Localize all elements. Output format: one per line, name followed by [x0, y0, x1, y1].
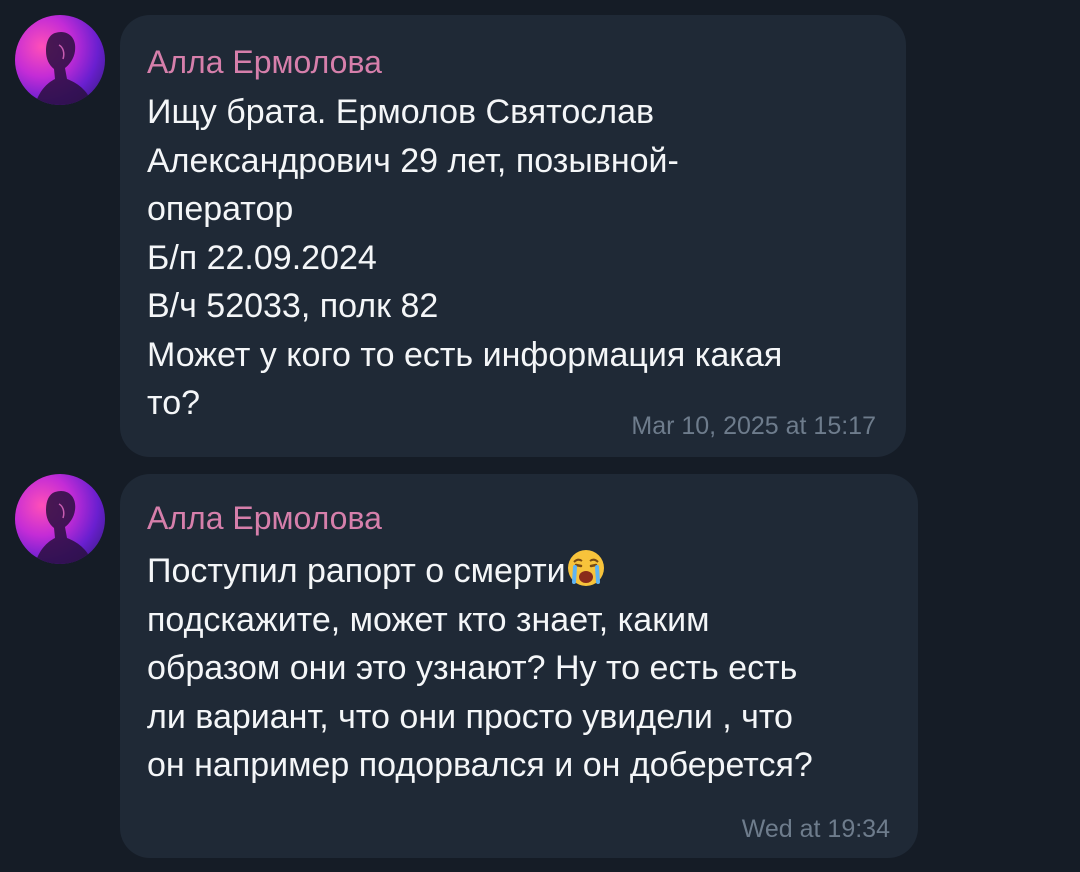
message-text: Поступил рапорт о смерти подскажите, мож…	[147, 547, 907, 790]
message-text-part: подскажите, может кто знает, каким образ…	[147, 600, 813, 785]
message-bubble[interactable]: Алла Ермолова Ищу брата. Ермолов Святосл…	[120, 15, 906, 457]
sender-name[interactable]: Алла Ермолова	[147, 42, 382, 82]
crying-face-emoji	[567, 550, 604, 586]
message-text: Ищу брата. Ермолов Святослав Александров…	[147, 93, 783, 422]
message-timestamp: Mar 10, 2025 at 15:17	[631, 412, 876, 440]
avatar-icon[interactable]	[15, 15, 105, 105]
sender-name[interactable]: Алла Ермолова	[147, 498, 382, 538]
message-bubble[interactable]: Алла Ермолова Поступил рапорт о смерти п…	[120, 474, 918, 858]
message-text-part: Поступил рапорт о смерти	[147, 552, 566, 590]
avatar-icon[interactable]	[15, 474, 105, 564]
message-timestamp: Wed at 19:34	[741, 815, 890, 843]
